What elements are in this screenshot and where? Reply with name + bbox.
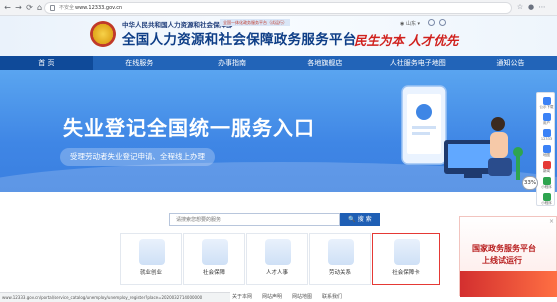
download-icon bbox=[542, 97, 551, 105]
footer-link-sitemap[interactable]: 网站地图 bbox=[292, 293, 312, 301]
platform-chip: 全国一体化政务服务平台（试运行） bbox=[220, 19, 290, 26]
banner-illustration bbox=[401, 85, 523, 180]
progress-badge[interactable]: 33% bbox=[522, 176, 538, 190]
nav-local-stores[interactable]: 各地旗舰店 bbox=[278, 56, 371, 70]
back-icon[interactable]: ← bbox=[3, 3, 12, 12]
user-icon bbox=[542, 113, 551, 121]
more-icon[interactable]: ⋯ bbox=[538, 3, 546, 11]
nav-service-map[interactable]: 人社服务电子地图 bbox=[371, 56, 464, 70]
profile-icon[interactable]: ● bbox=[527, 3, 535, 11]
nav-guide[interactable]: 办事指南 bbox=[186, 56, 279, 70]
wechat-icon[interactable] bbox=[439, 19, 446, 26]
service-labor-relations[interactable]: 劳动关系 bbox=[309, 233, 371, 285]
employment-icon bbox=[139, 239, 165, 265]
talent-icon bbox=[265, 239, 291, 265]
wechat-icon bbox=[542, 177, 551, 185]
social-security-card-icon bbox=[394, 239, 420, 265]
reload-icon[interactable]: ⟳ bbox=[25, 3, 34, 12]
weibo-icon bbox=[542, 161, 551, 169]
service-social-security[interactable]: 社会保障 bbox=[183, 233, 245, 285]
site-header: 中华人民共和国人力资源和社会保障部 全国一体化政务服务平台（试运行） 全国人力资… bbox=[0, 16, 557, 56]
service-talent[interactable]: 人才人事 bbox=[246, 233, 308, 285]
service-employment[interactable]: 就业创业 bbox=[120, 233, 182, 285]
nav-home[interactable]: 首 页 bbox=[0, 56, 93, 70]
footer-link-about[interactable]: 关于本网 bbox=[232, 293, 252, 301]
search-button-label: 搜 索 bbox=[357, 216, 372, 223]
service-social-security-card[interactable]: 社会保障卡 bbox=[372, 233, 440, 285]
home-icon[interactable]: ⌂ bbox=[35, 3, 44, 12]
nav-notices[interactable]: 通知公告 bbox=[464, 56, 557, 70]
map-icon bbox=[542, 145, 551, 153]
address-bar[interactable]: 不安全 www.12333.gov.cn bbox=[44, 2, 512, 14]
location-selector[interactable]: ◉ 山东 ▾ bbox=[400, 20, 420, 27]
site-title: 全国人力资源和社会保障政务服务平台 bbox=[122, 32, 357, 48]
sidebar-item-miniapp-2[interactable]: 小程序 bbox=[537, 191, 556, 209]
search-input[interactable] bbox=[169, 213, 340, 226]
close-icon[interactable]: × bbox=[549, 218, 554, 225]
forward-icon[interactable]: → bbox=[14, 3, 23, 12]
phone-icon bbox=[542, 129, 551, 137]
national-emblem-icon bbox=[90, 21, 116, 47]
user-icon[interactable] bbox=[428, 19, 435, 26]
nav-online-service[interactable]: 在线服务 bbox=[93, 56, 186, 70]
hero-banner[interactable]: 失业登记全国统一服务入口 受理劳动者失业登记申请、全程线上办理 bbox=[0, 70, 557, 192]
main-nav: 首 页 在线服务 办事指南 各地旗舰店 人社服务电子地图 通知公告 bbox=[0, 56, 557, 70]
promo-flag-graphic bbox=[460, 271, 557, 297]
search-button[interactable]: 🔍 搜 索 bbox=[340, 213, 380, 226]
footer-link-contact[interactable]: 联系我们 bbox=[322, 293, 342, 301]
calligraphy-slogan: 民生为本 人才优先 bbox=[354, 33, 459, 48]
location-label: 山东 bbox=[405, 21, 416, 27]
promo-popup[interactable]: × 国家政务服务平台 上线试运行 bbox=[459, 216, 557, 297]
footer-link-statement[interactable]: 网站声明 bbox=[262, 293, 282, 301]
miniapp-icon bbox=[542, 193, 551, 201]
promo-line-1: 国家政务服务平台 bbox=[472, 244, 536, 253]
banner-subtitle: 受理劳动者失业登记申请、全程线上办理 bbox=[60, 148, 215, 166]
banner-title: 失业登记全国统一服务入口 bbox=[63, 116, 315, 140]
browser-toolbar: ← → ⟳ ⌂ 不安全 www.12333.gov.cn ☆ ● ⋯ bbox=[0, 0, 557, 16]
url-text[interactable]: www.12333.gov.cn bbox=[75, 4, 122, 13]
floating-sidebar: 公示下载 用户 12333 地图 新闻 小程序 小程序 bbox=[536, 92, 555, 206]
status-bar-url: www.12333.gov.cn/portal/service_catalog/… bbox=[0, 292, 230, 302]
social-security-icon bbox=[202, 239, 228, 265]
bookmark-icon[interactable]: ☆ bbox=[516, 3, 524, 11]
promo-line-2: 上线试运行 bbox=[482, 256, 522, 265]
lock-icon bbox=[50, 5, 55, 11]
security-label: 不安全 bbox=[59, 5, 75, 11]
footer-links: 关于本网 网站声明 网站地图 联系我们 bbox=[232, 293, 342, 301]
labor-relations-icon bbox=[328, 239, 354, 265]
